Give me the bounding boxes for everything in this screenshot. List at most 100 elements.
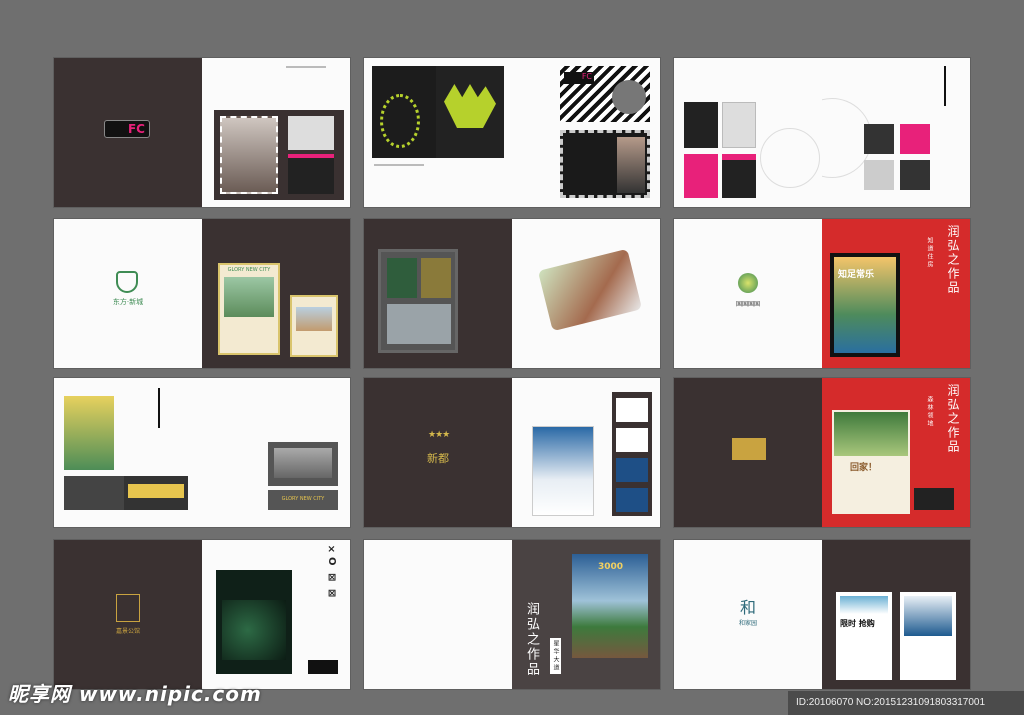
- logo-caption: 国国国国: [735, 301, 760, 308]
- portfolio-canvas: FC FC 东方·新城 GLORY NEW CITY 国国国国 知足常乐 润弘之…: [0, 0, 1024, 715]
- logo-text: 嘉景公馆: [115, 628, 140, 635]
- spread-2-right-page: FC: [512, 58, 660, 207]
- folder-mockup: [421, 258, 451, 298]
- spread-9: 回家！ 润弘之作品 森林领地: [674, 378, 970, 527]
- woman-portrait-card: [560, 130, 650, 198]
- spread-5: [364, 219, 660, 368]
- forest-poster: 回家！: [832, 410, 910, 514]
- aerial-site-rendering: [537, 248, 643, 332]
- side-code: ×O ⊠ ⊠: [326, 544, 337, 600]
- thumb-f: [900, 124, 930, 154]
- stars-icon: ★★★: [428, 430, 450, 440]
- spread-10-right-page: ×O ⊠ ⊠: [202, 540, 350, 689]
- poster-small: [290, 295, 338, 357]
- spread-1-right-page: [202, 58, 350, 207]
- dark-card-photo: [288, 154, 334, 194]
- sunset-poster: 知足常乐: [834, 257, 896, 353]
- poster-text: 限时 抢购: [840, 619, 875, 628]
- spread-3: [674, 58, 970, 207]
- billboard-title: GLORY NEW CITY: [281, 496, 325, 502]
- striped-card: FC: [560, 66, 650, 122]
- sub-title: 星华大道: [550, 638, 561, 674]
- spread-10: 嘉景公馆 ×O ⊠ ⊠: [54, 540, 350, 689]
- spread-12-right-page: 限时 抢购: [822, 540, 970, 689]
- billboards-photo: [124, 476, 188, 510]
- signage-mockup: [387, 304, 451, 344]
- poster-photo: [224, 277, 274, 317]
- villa-poster: 3000: [572, 554, 648, 658]
- flyer-blue: [900, 592, 956, 680]
- gold-card: [732, 438, 766, 460]
- round-logo-icon: [738, 273, 758, 293]
- fc-small-logo: FC: [564, 72, 594, 84]
- thumb-b: [722, 102, 756, 148]
- vertical-rule: [944, 66, 946, 106]
- spread-7: GLORY NEW CITY: [54, 378, 350, 527]
- spread-11-right-page: 润弘之作品 星华大道 3000: [512, 540, 660, 689]
- thumb-g: [864, 160, 894, 190]
- id-watermark: ID:20106070 NO:20151231091803317001: [788, 691, 1024, 715]
- spread-9-right-page: 回家！ 润弘之作品 森林领地: [822, 378, 970, 527]
- fingerprint-circle-icon: [612, 80, 646, 114]
- bag-mockup: [387, 258, 417, 298]
- banner-strip: GLORY NEW CITY: [268, 490, 338, 510]
- silhouette-photo: [288, 116, 334, 150]
- golf-poster: [216, 570, 292, 674]
- poster-headline: 知足常乐: [838, 270, 875, 280]
- spread-6-left-page: 国国国国: [674, 219, 822, 368]
- series-title: 润弘之作品: [946, 384, 960, 454]
- poster-large: GLORY NEW CITY: [218, 263, 280, 355]
- model-photo: [220, 116, 278, 194]
- spread-4-left-page: 东方·新城: [54, 219, 202, 368]
- spread-5-left-page: [364, 219, 512, 368]
- poster-yellow: [64, 396, 114, 470]
- poster-title: GLORY NEW CITY: [227, 267, 271, 273]
- fingerprint-icon: [380, 94, 420, 148]
- fc-logo-text: FC: [127, 122, 145, 136]
- series-title: 润弘之作品: [524, 602, 539, 677]
- spread-8-left-page: ★★★ 新都: [364, 378, 512, 527]
- spread-9-left-page: [674, 378, 822, 527]
- decor-circle: [760, 128, 820, 188]
- branding-collage: [378, 249, 458, 353]
- series-title: 润弘之作品: [946, 225, 960, 295]
- thumb-2: [616, 428, 648, 452]
- billboard-yellow: [128, 484, 184, 498]
- spread-8: ★★★ 新都: [364, 378, 660, 527]
- spread-1: FC: [54, 58, 350, 207]
- spread-7-left-page: [54, 378, 202, 527]
- poster-small-photo: [296, 307, 332, 331]
- spread-11-left-page: [364, 540, 512, 689]
- spread-12-left-page: 和 和家园: [674, 540, 822, 689]
- spread-4-right-page: GLORY NEW CITY: [202, 219, 350, 368]
- thumb-d: [722, 154, 756, 198]
- thumb-column: [612, 392, 652, 516]
- small-card: [914, 488, 954, 510]
- sub-title: 森林领地: [926, 396, 933, 428]
- thumb-h: [900, 160, 930, 190]
- thumb-a: [684, 102, 718, 148]
- spread-3-right-page: [822, 58, 970, 207]
- logo-text: 和家园: [738, 620, 757, 627]
- caption-rule: [374, 164, 424, 166]
- spread-1-left-page: FC: [54, 58, 202, 207]
- logo-mark: 和: [739, 598, 756, 617]
- spread-6: 国国国国 知足常乐 润弘之作品 知道住房: [674, 219, 970, 368]
- emblem-icon: [116, 594, 140, 622]
- spread-10-left-page: 嘉景公馆: [54, 540, 202, 689]
- spread-5-right-page: [512, 219, 660, 368]
- spread-8-right-page: [512, 378, 660, 527]
- forest-photo: [834, 412, 908, 456]
- golf-photo: [222, 600, 286, 660]
- poster-price: 3000: [598, 562, 624, 572]
- spread-4: 东方·新城 GLORY NEW CITY: [54, 219, 350, 368]
- billboard-photo: [274, 448, 332, 478]
- spread-2: FC: [364, 58, 660, 207]
- spread-12: 和 和家园 限时 抢购: [674, 540, 970, 689]
- blue-poster: [532, 426, 594, 516]
- thumb-3: [616, 458, 648, 482]
- sub-title: 知道住房: [926, 237, 933, 269]
- logo-text: 新都: [427, 452, 449, 465]
- small-card: [308, 660, 338, 674]
- thumb-c: [684, 154, 718, 198]
